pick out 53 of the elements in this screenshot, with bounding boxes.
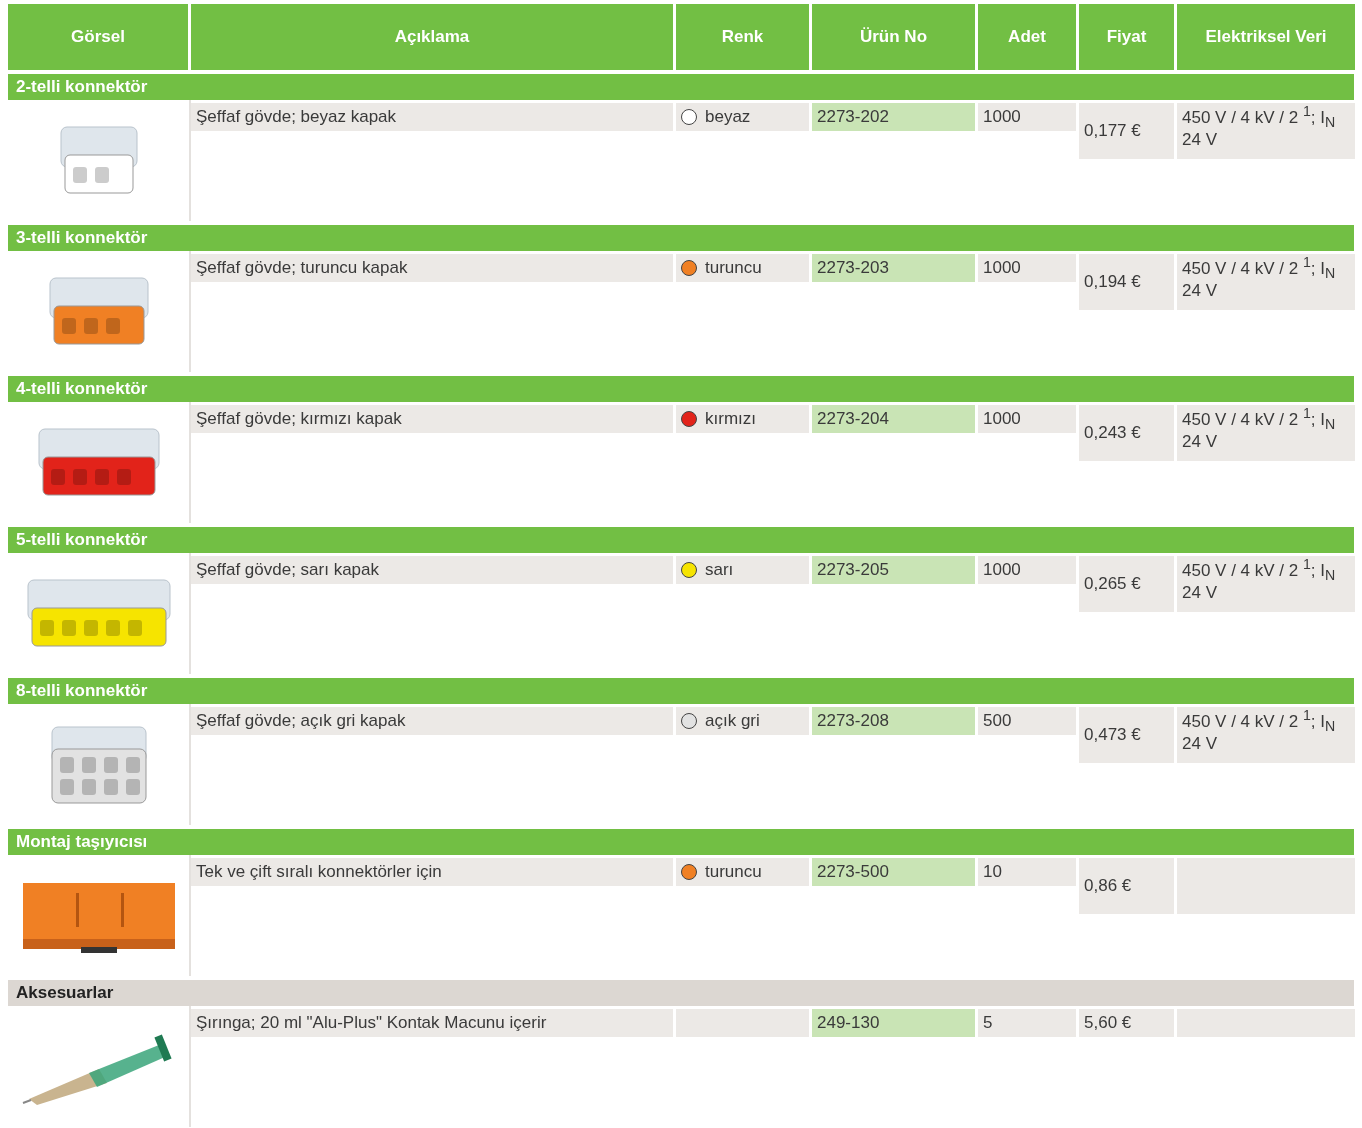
column-header: Adet [978,4,1076,70]
product-number-cell: 2273-205 [812,556,975,584]
electrical-data-cell: 450 V / 4 kV / 2 $^{1}$; I$_{N}$ 24 V [1177,707,1355,763]
quantity-cell: 1000 [978,405,1076,433]
description-cell: Şeffaf gövde; sarı kapak [191,556,673,584]
section-heading: 8-telli konnektör [8,678,1354,704]
electrical-data-cell: 450 V / 4 kV / 2 $^{1}$; I$_{N}$ 24 V [1177,556,1355,612]
column-header: Fiyat [1079,4,1174,70]
product-number-cell: 249-130 [812,1009,975,1037]
color-name: turuncu [705,862,762,882]
section-heading: 5-telli konnektör [8,527,1354,553]
product-number-cell: 2273-204 [812,405,975,433]
column-header: Ürün No [812,4,975,70]
product-number-cell: 2273-203 [812,254,975,282]
description-cell: Şeffaf gövde; kırmızı kapak [191,405,673,433]
product-number-cell: 2273-208 [812,707,975,735]
product-number-cell: 2273-202 [812,103,975,131]
quantity-cell: 5 [978,1009,1076,1037]
column-header: Renk [676,4,809,70]
quantity-cell: 1000 [978,556,1076,584]
column-header: Açıklama [191,4,673,70]
quantity-cell: 10 [978,858,1076,886]
quantity-cell: 1000 [978,254,1076,282]
electrical-data-cell: 450 V / 4 kV / 2 $^{1}$; I$_{N}$ 24 V [1177,103,1355,159]
color-name: sarı [705,560,734,580]
product-number-cell: 2273-500 [812,858,975,886]
description-cell: Şırınga; 20 ml "Alu-Plus" Kontak Macunu içerir [191,1009,673,1037]
price-cell: 0,265 € [1079,556,1174,612]
column-header: Elektriksel Veri [1177,4,1355,70]
section-heading: Montaj taşıyıcısı [8,829,1354,855]
section-heading: Aksesuarlar [8,980,1354,1006]
price-cell: 0,243 € [1079,405,1174,461]
color-name: kırmızı [705,409,756,429]
quantity-cell: 500 [978,707,1076,735]
price-cell: 0,177 € [1079,103,1174,159]
price-cell: 0,86 € [1079,858,1174,914]
price-cell: 0,473 € [1079,707,1174,763]
description-cell: Şeffaf gövde; turuncu kapak [191,254,673,282]
price-cell: 0,194 € [1079,254,1174,310]
electrical-data-cell: 450 V / 4 kV / 2 $^{1}$; I$_{N}$ 24 V [1177,254,1355,310]
price-cell: 5,60 € [1079,1009,1174,1037]
description-cell: Şeffaf gövde; açık gri kapak [191,707,673,735]
section-heading: 4-telli konnektör [8,376,1354,402]
color-name: beyaz [705,107,751,127]
section-heading: 3-telli konnektör [8,225,1354,251]
description-cell: Şeffaf gövde; beyaz kapak [191,103,673,131]
electrical-data-cell: 450 V / 4 kV / 2 $^{1}$; I$_{N}$ 24 V [1177,405,1355,461]
color-name: turuncu [705,258,762,278]
section-heading: 2-telli konnektör [8,74,1354,100]
color-name: açık gri [705,711,760,731]
quantity-cell: 1000 [978,103,1076,131]
description-cell: Tek ve çift sıralı konnektörler için [191,858,673,886]
column-header: Görsel [8,4,188,70]
